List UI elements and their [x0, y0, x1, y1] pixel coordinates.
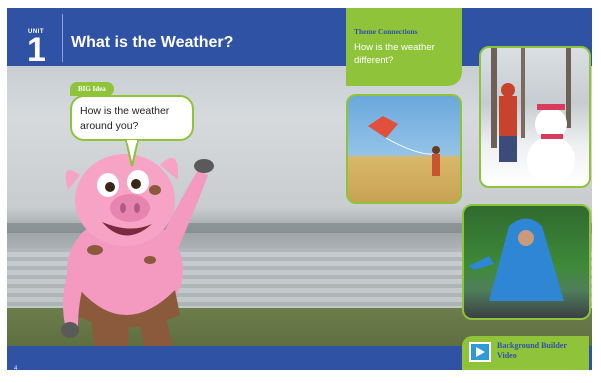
big-idea-tag: BIG Idea	[70, 82, 114, 96]
play-icon[interactable]	[469, 342, 491, 362]
page-number-left: 4	[14, 366, 18, 372]
video-button-label[interactable]: Background Builder Video	[497, 341, 587, 361]
photo-girl-in-rain-poncho	[462, 204, 591, 320]
photo-child-with-snowman	[479, 46, 591, 188]
big-idea-question: How is the weather around you?	[80, 105, 170, 132]
theme-connections-question: How is the weather different?	[354, 42, 435, 66]
photo-kite-in-field	[346, 94, 462, 204]
unit-number: 1	[27, 31, 46, 69]
theme-connections-title: Theme Connections	[354, 27, 418, 36]
page-title: What is the Weather?	[71, 34, 234, 51]
speech-bubble-tail	[124, 140, 140, 167]
header-divider	[62, 14, 63, 62]
